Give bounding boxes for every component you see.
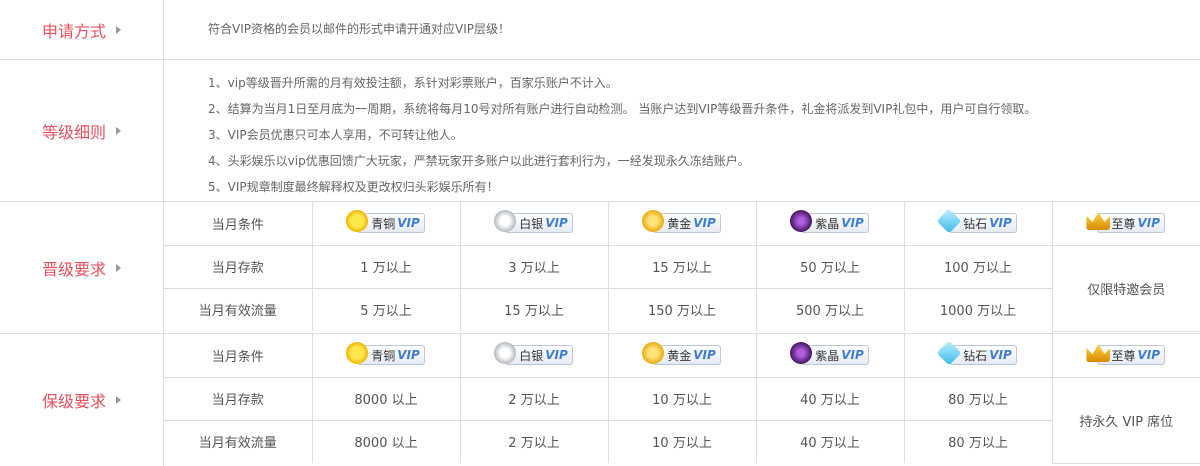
deposit-cell: 3 万以上 <box>460 245 609 289</box>
apply-content: 符合VIP资格的会员以邮件的形式申请开通对应VIP层级！ <box>164 0 1200 59</box>
promotion-title: 晋级要求 <box>41 259 106 279</box>
flow-cell: 500 万以上 <box>756 288 905 331</box>
deposit-cell: 40 万以上 <box>756 377 905 421</box>
apply-text: 符合VIP资格的会员以邮件的形式申请开通对应VIP层级！ <box>208 22 510 36</box>
apply-title: 申请方式 <box>41 21 106 41</box>
deposit-cell: 100 万以上 <box>904 245 1053 289</box>
tier-cell: 钻石 VIP <box>904 202 1053 246</box>
rule-item: 4、头彩娱乐以vip优惠回馈广大玩家，严禁玩家开多账户以此进行套利行为，一经发现… <box>208 154 750 168</box>
tier-cell: 黄金 VIP <box>608 334 757 378</box>
tier-badge-supreme: 至尊 VIP <box>1086 344 1166 366</box>
flow-cell: 8000 以上 <box>312 420 461 463</box>
tier-badge-bronze: 青铜 VIP <box>346 342 425 366</box>
table-row: 当月有效流量 5 万以上 15 万以上 150 万以上 500 万以上 1000… <box>164 288 1200 331</box>
tier-badge-silver: 白银 VIP <box>494 342 573 366</box>
retention-table: 当月条件 青铜 VIP 白银 VIP 黄金 VIP 紫晶 VIP 钻石 VIP 至尊 VIP… <box>164 334 1200 464</box>
flow-cell: 80 万以上 <box>904 420 1053 463</box>
row-label: 当月条件 <box>164 202 313 246</box>
tier-badge-amethyst: 紫晶 VIP <box>790 342 869 366</box>
table-row: 当月存款 8000 以上 2 万以上 10 万以上 40 万以上 80 万以上 … <box>164 377 1200 464</box>
table-row: 当月条件 青铜 VIP 白银 VIP 黄金 VIP 紫晶 VIP 钻石 VIP 至尊 VIP <box>164 202 1200 246</box>
tier-cell: 至尊 VIP <box>1052 334 1200 378</box>
tier-badge-gold: 黄金 VIP <box>642 210 721 234</box>
apply-label[interactable]: 申请方式 <box>0 0 164 59</box>
arrow-right-icon <box>116 396 121 404</box>
promotion-table: 当月条件 青铜 VIP 白银 VIP 黄金 VIP 紫晶 VIP 钻石 VIP 至尊 VIP… <box>164 202 1200 332</box>
tier-badge-diamond: 钻石 VIP <box>936 340 1017 366</box>
row-label: 当月存款 <box>164 245 313 289</box>
rule-item: 2、结算为当月1日至月底为一周期，系统将每月10号对所有账户进行自动检测。 当账… <box>208 102 1037 116</box>
deposit-cell: 50 万以上 <box>756 245 905 289</box>
promotion-label[interactable]: 晋级要求 <box>0 202 164 333</box>
tier-badge-diamond: 钻石 VIP <box>936 208 1017 234</box>
promotion-row: 晋级要求 当月条件 青铜 VIP 白银 VIP 黄金 VIP 紫晶 VIP 钻石 VIP … <box>0 202 1200 334</box>
rule-item: 1、vip等级晋升所需的月有效投注额，系针对彩票账户，百家乐账户不计入。 <box>208 76 618 90</box>
flow-cell: 15 万以上 <box>460 288 609 331</box>
tier-cell: 钻石 VIP <box>904 334 1053 378</box>
table-row: 当月条件 青铜 VIP 白银 VIP 黄金 VIP 紫晶 VIP 钻石 VIP 至尊 VIP <box>164 334 1200 378</box>
tier-badge-bronze: 青铜 VIP <box>346 210 425 234</box>
details-row: 等级细则 1、vip等级晋升所需的月有效投注额，系针对彩票账户，百家乐账户不计入… <box>0 60 1200 202</box>
deposit-cell: 10 万以上 <box>608 377 757 421</box>
tier-cell: 青铜 VIP <box>312 334 461 378</box>
rule-item: 3、VIP会员优惠只可本人享用，不可转让他人。 <box>208 128 463 142</box>
tier-cell: 白银 VIP <box>460 334 609 378</box>
details-label[interactable]: 等级细则 <box>0 60 164 201</box>
tier-badge-amethyst: 紫晶 VIP <box>790 210 869 234</box>
deposit-cell: 15 万以上 <box>608 245 757 289</box>
flow-cell: 2 万以上 <box>460 420 609 463</box>
rule-item: 5、VIP规章制度最终解释权及更改权归头彩娱乐所有！ <box>208 180 499 194</box>
tier-cell: 至尊 VIP <box>1052 202 1200 246</box>
arrow-right-icon <box>116 263 121 272</box>
retention-label[interactable]: 保级要求 <box>0 334 164 466</box>
tier-badge-supreme: 至尊 VIP <box>1086 212 1166 234</box>
row-label: 当月有效流量 <box>164 288 313 331</box>
rules-list: 1、vip等级晋升所需的月有效投注额，系针对彩票账户，百家乐账户不计入。 2、结… <box>208 70 1036 200</box>
tier-cell: 青铜 VIP <box>312 202 461 246</box>
row-label: 当月有效流量 <box>164 420 313 463</box>
arrow-right-icon <box>116 25 121 34</box>
details-title: 等级细则 <box>41 122 106 142</box>
flow-cell: 1000 万以上 <box>904 288 1053 331</box>
retention-row: 保级要求 当月条件 青铜 VIP 白银 VIP 黄金 VIP 紫晶 VIP 钻石 VIP … <box>0 334 1200 466</box>
flow-cell: 10 万以上 <box>608 420 757 463</box>
tier-cell: 紫晶 VIP <box>756 202 905 246</box>
tier-cell: 黄金 VIP <box>608 202 757 246</box>
arrow-right-icon <box>116 126 121 135</box>
flow-cell: 5 万以上 <box>312 288 461 331</box>
special-cell: 仅限特邀会员 <box>1052 245 1200 332</box>
table-row: 当月有效流量 8000 以上 2 万以上 10 万以上 40 万以上 80 万以… <box>164 420 1200 463</box>
apply-row: 申请方式 符合VIP资格的会员以邮件的形式申请开通对应VIP层级！ <box>0 0 1200 60</box>
flow-cell: 40 万以上 <box>756 420 905 463</box>
row-label: 当月存款 <box>164 377 313 421</box>
special-cell: 持永久 VIP 席位 <box>1052 377 1200 464</box>
flow-cell: 150 万以上 <box>608 288 757 331</box>
retention-title: 保级要求 <box>41 392 106 411</box>
tier-cell: 紫晶 VIP <box>756 334 905 378</box>
deposit-cell: 2 万以上 <box>460 377 609 421</box>
deposit-cell: 8000 以上 <box>312 377 461 421</box>
row-label: 当月条件 <box>164 334 313 378</box>
tier-badge-gold: 黄金 VIP <box>642 342 721 366</box>
vip-rules-panel: 申请方式 符合VIP资格的会员以邮件的形式申请开通对应VIP层级！ 等级细则 1… <box>0 0 1200 466</box>
deposit-cell: 80 万以上 <box>904 377 1053 421</box>
tier-cell: 白银 VIP <box>460 202 609 246</box>
tier-badge-silver: 白银 VIP <box>494 210 573 234</box>
deposit-cell: 1 万以上 <box>312 245 461 289</box>
table-row: 当月存款 1 万以上 3 万以上 15 万以上 50 万以上 100 万以上 仅… <box>164 245 1200 332</box>
details-content: 1、vip等级晋升所需的月有效投注额，系针对彩票账户，百家乐账户不计入。 2、结… <box>164 60 1200 201</box>
